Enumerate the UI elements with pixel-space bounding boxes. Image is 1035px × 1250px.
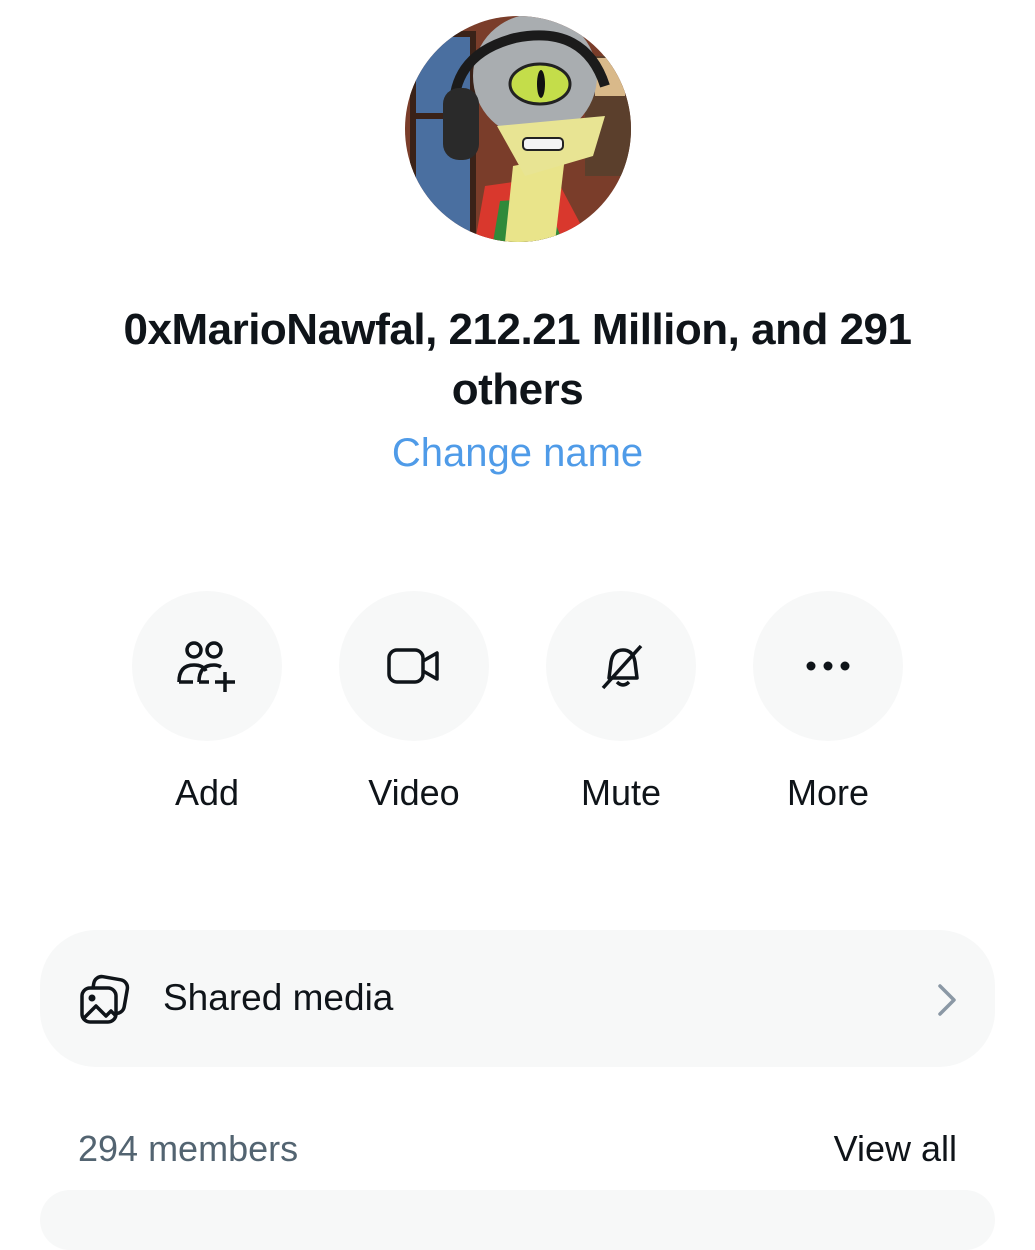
gallery-icon (80, 974, 130, 1024)
members-list-card (40, 1190, 995, 1250)
avatar-illustration (405, 16, 631, 242)
more-button-label: More (786, 772, 870, 813)
more-options-button[interactable]: More (753, 591, 903, 815)
video-call-button[interactable]: Video (339, 591, 489, 815)
video-button-circle[interactable] (339, 591, 489, 741)
add-button-label: Add (174, 772, 240, 813)
group-avatar[interactable] (405, 16, 631, 242)
mute-button-circle[interactable] (546, 591, 696, 741)
add-people-icon (177, 641, 235, 692)
mute-button-label: Mute (580, 772, 662, 813)
shared-media-label: Shared media (163, 977, 394, 1018)
more-button-circle[interactable] (753, 591, 903, 741)
more-dots-icon (806, 661, 850, 671)
view-all-members-link[interactable]: View all (834, 1126, 957, 1172)
bell-off-icon (601, 644, 643, 690)
mute-button[interactable]: Mute (546, 591, 696, 815)
add-people-button[interactable]: Add (132, 591, 282, 815)
video-camera-icon (387, 648, 439, 684)
add-button-circle[interactable] (132, 591, 282, 741)
shared-media-row[interactable]: Shared media (40, 930, 995, 1067)
chevron-right-icon (938, 984, 956, 1016)
change-name-link[interactable]: Change name (0, 426, 1035, 480)
video-button-label: Video (368, 772, 460, 813)
conversation-title: 0xMarioNawfal, 212.21 Million, and 291 o… (123, 305, 912, 414)
members-count: 294 members (78, 1128, 299, 1169)
